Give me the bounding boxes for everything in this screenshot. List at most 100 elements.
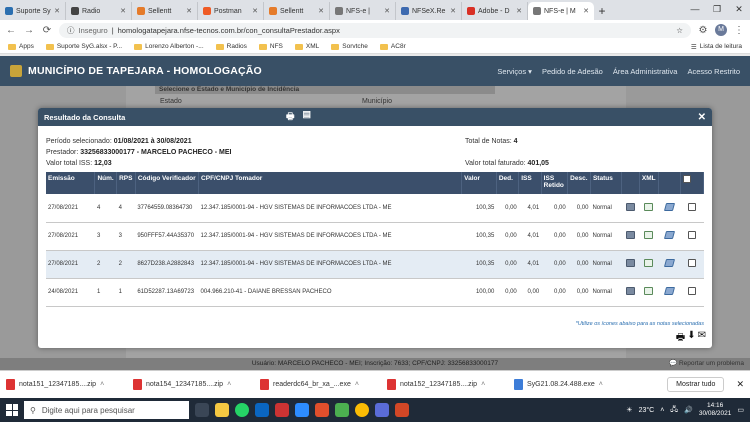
download-item[interactable]: nota152_12347185....zip ˄ <box>387 379 502 390</box>
new-tab-icon[interactable]: + <box>594 2 610 20</box>
row-checkbox[interactable] <box>688 259 697 267</box>
windows-start-icon[interactable] <box>6 404 18 416</box>
whatsapp-icon[interactable] <box>235 403 249 417</box>
print-icon[interactable]: 🖶 <box>286 109 295 125</box>
taskbar-search-input[interactable]: ⚲ Digite aqui para pesquisar <box>24 401 189 419</box>
download-item[interactable]: SyG21.08.24.488.exe ˄ <box>514 379 629 390</box>
maximize-icon[interactable]: ❐ <box>706 0 728 18</box>
bookmark-item[interactable]: NFS <box>258 43 283 50</box>
bulk-download-icon[interactable]: ⬇ <box>687 330 695 347</box>
close-icon[interactable]: ✕ <box>698 112 706 123</box>
tab-close-icon[interactable]: ✕ <box>54 7 60 15</box>
bookmark-item[interactable]: Radios <box>215 43 247 50</box>
browser-tab[interactable]: Suporte Sy ✕ <box>0 2 66 20</box>
powerpoint-icon[interactable] <box>395 403 409 417</box>
menu-servicos[interactable]: Serviços ▾ <box>497 67 532 76</box>
extensions-icon[interactable]: ⚙ <box>697 25 709 36</box>
url-input[interactable]: ⓘ Inseguro | homologatapejara.nfse-tecno… <box>59 22 691 38</box>
menu-area-administrativa[interactable]: Área Administrativa <box>613 67 678 76</box>
bookmark-item[interactable]: Suporte SyG.alsx - P... <box>45 43 122 50</box>
store-icon[interactable] <box>255 403 269 417</box>
bookmark-item[interactable]: Sorvtche <box>331 43 368 50</box>
download-item[interactable]: nota151_12347185....zip ˄ <box>6 379 121 390</box>
browser-tab[interactable]: Radio ✕ <box>66 2 132 20</box>
bulk-print-icon[interactable]: 🖶 <box>676 330 685 347</box>
app-icon[interactable] <box>275 403 289 417</box>
export-file-icon[interactable]: ▤ <box>303 109 312 125</box>
volume-icon[interactable]: 🔊 <box>684 406 693 414</box>
edit-note-icon[interactable] <box>664 202 676 211</box>
file-explorer-icon[interactable] <box>215 403 229 417</box>
bookmark-item[interactable]: Apps <box>8 43 34 50</box>
skype-icon[interactable] <box>295 403 309 417</box>
bookmark-icon <box>379 43 388 50</box>
cell-num: 3 <box>94 222 117 251</box>
back-icon[interactable]: ← <box>5 25 17 36</box>
menu-icon[interactable]: ⋮ <box>733 25 745 36</box>
tab-close-icon[interactable]: ✕ <box>516 7 522 15</box>
edit-note-icon[interactable] <box>664 259 676 267</box>
browser-tab[interactable]: NFS-e | M ✕ <box>528 2 594 20</box>
network-icon[interactable]: 🖧 <box>670 405 678 416</box>
tray-arrow-icon[interactable]: ˄ <box>660 407 664 414</box>
browser-tab[interactable]: Adobe - D ✕ <box>462 2 528 20</box>
show-all-button[interactable]: Mostrar tudo <box>667 377 725 392</box>
chevron-up-icon[interactable]: ˄ <box>100 381 104 388</box>
download-item[interactable]: nota154_12347185....zip ˄ <box>133 379 248 390</box>
browser-tab[interactable]: NFSeX.Re ✕ <box>396 2 462 20</box>
bookmark-item[interactable]: AC8r <box>379 43 406 50</box>
row-checkbox[interactable] <box>688 231 697 239</box>
chevron-up-icon[interactable]: ˄ <box>481 381 485 388</box>
edit-note-icon[interactable] <box>664 287 676 295</box>
chevron-up-icon[interactable]: ˄ <box>599 381 603 388</box>
reload-icon[interactable]: ⟳ <box>41 25 53 36</box>
notification-icon[interactable]: ▭ <box>737 406 744 414</box>
tab-close-icon[interactable]: ✕ <box>318 7 324 15</box>
print-note-icon[interactable] <box>625 202 635 211</box>
chevron-up-icon[interactable]: ˄ <box>355 381 359 388</box>
browser-tab[interactable]: Postman ✕ <box>198 2 264 20</box>
table-row: 27/08/2021 4 4 37764559.08364730 12.347.185/… <box>46 194 704 223</box>
print-note-icon[interactable] <box>625 287 635 295</box>
xml-download-icon[interactable] <box>644 259 654 267</box>
bulk-email-icon[interactable]: ✉ <box>698 330 706 347</box>
browser-tab[interactable]: NFS-e | ✕ <box>330 2 396 20</box>
star-icon[interactable]: ☆ <box>676 26 683 35</box>
menu-pedido-adesao[interactable]: Pedido de Adesão <box>542 67 603 76</box>
browser-tab[interactable]: Sellentt ✕ <box>264 2 330 20</box>
tab-close-icon[interactable]: ✕ <box>583 7 589 15</box>
report-problem-link[interactable]: 💬 Reportar um problema <box>669 358 744 370</box>
xml-download-icon[interactable] <box>644 202 654 211</box>
print-note-icon[interactable] <box>625 259 635 267</box>
tab-close-icon[interactable]: ✕ <box>120 7 126 15</box>
tab-close-icon[interactable]: ✕ <box>186 7 192 15</box>
reading-list[interactable]: ☰ Lista de leitura <box>691 43 742 51</box>
minimize-icon[interactable]: — <box>684 0 706 18</box>
tab-close-icon[interactable]: ✕ <box>252 7 258 15</box>
tab-close-icon[interactable]: ✕ <box>450 7 456 15</box>
clock[interactable]: 14:16 30/08/2021 <box>699 402 732 418</box>
postman-icon[interactable] <box>315 403 329 417</box>
close-window-icon[interactable]: ✕ <box>728 0 750 18</box>
download-item[interactable]: readerdc64_br_xa_...exe ˄ <box>260 379 375 390</box>
menu-acesso-restrito[interactable]: Acesso Restrito <box>687 67 740 76</box>
bookmark-item[interactable]: Lorenzo Alberton -... <box>134 43 204 50</box>
xml-download-icon[interactable] <box>644 231 654 239</box>
tab-close-icon[interactable]: ✕ <box>384 7 390 15</box>
chrome-icon[interactable] <box>355 403 369 417</box>
xml-download-icon[interactable] <box>644 287 654 295</box>
edit-note-icon[interactable] <box>664 231 676 239</box>
teams-icon[interactable] <box>335 403 349 417</box>
task-view-icon[interactable] <box>195 403 209 417</box>
close-downloads-icon[interactable]: ✕ <box>736 379 744 390</box>
bookmark-item[interactable]: XML <box>294 43 319 50</box>
row-checkbox[interactable] <box>688 287 697 295</box>
vs-icon[interactable] <box>375 403 389 417</box>
chevron-up-icon[interactable]: ˄ <box>227 381 231 388</box>
browser-tab[interactable]: Sellentt ✕ <box>132 2 198 20</box>
select-all-checkbox[interactable] <box>683 175 692 183</box>
row-checkbox[interactable] <box>688 202 697 211</box>
forward-icon[interactable]: → <box>23 25 35 36</box>
profile-avatar[interactable]: M <box>715 24 727 36</box>
print-note-icon[interactable] <box>625 231 635 239</box>
